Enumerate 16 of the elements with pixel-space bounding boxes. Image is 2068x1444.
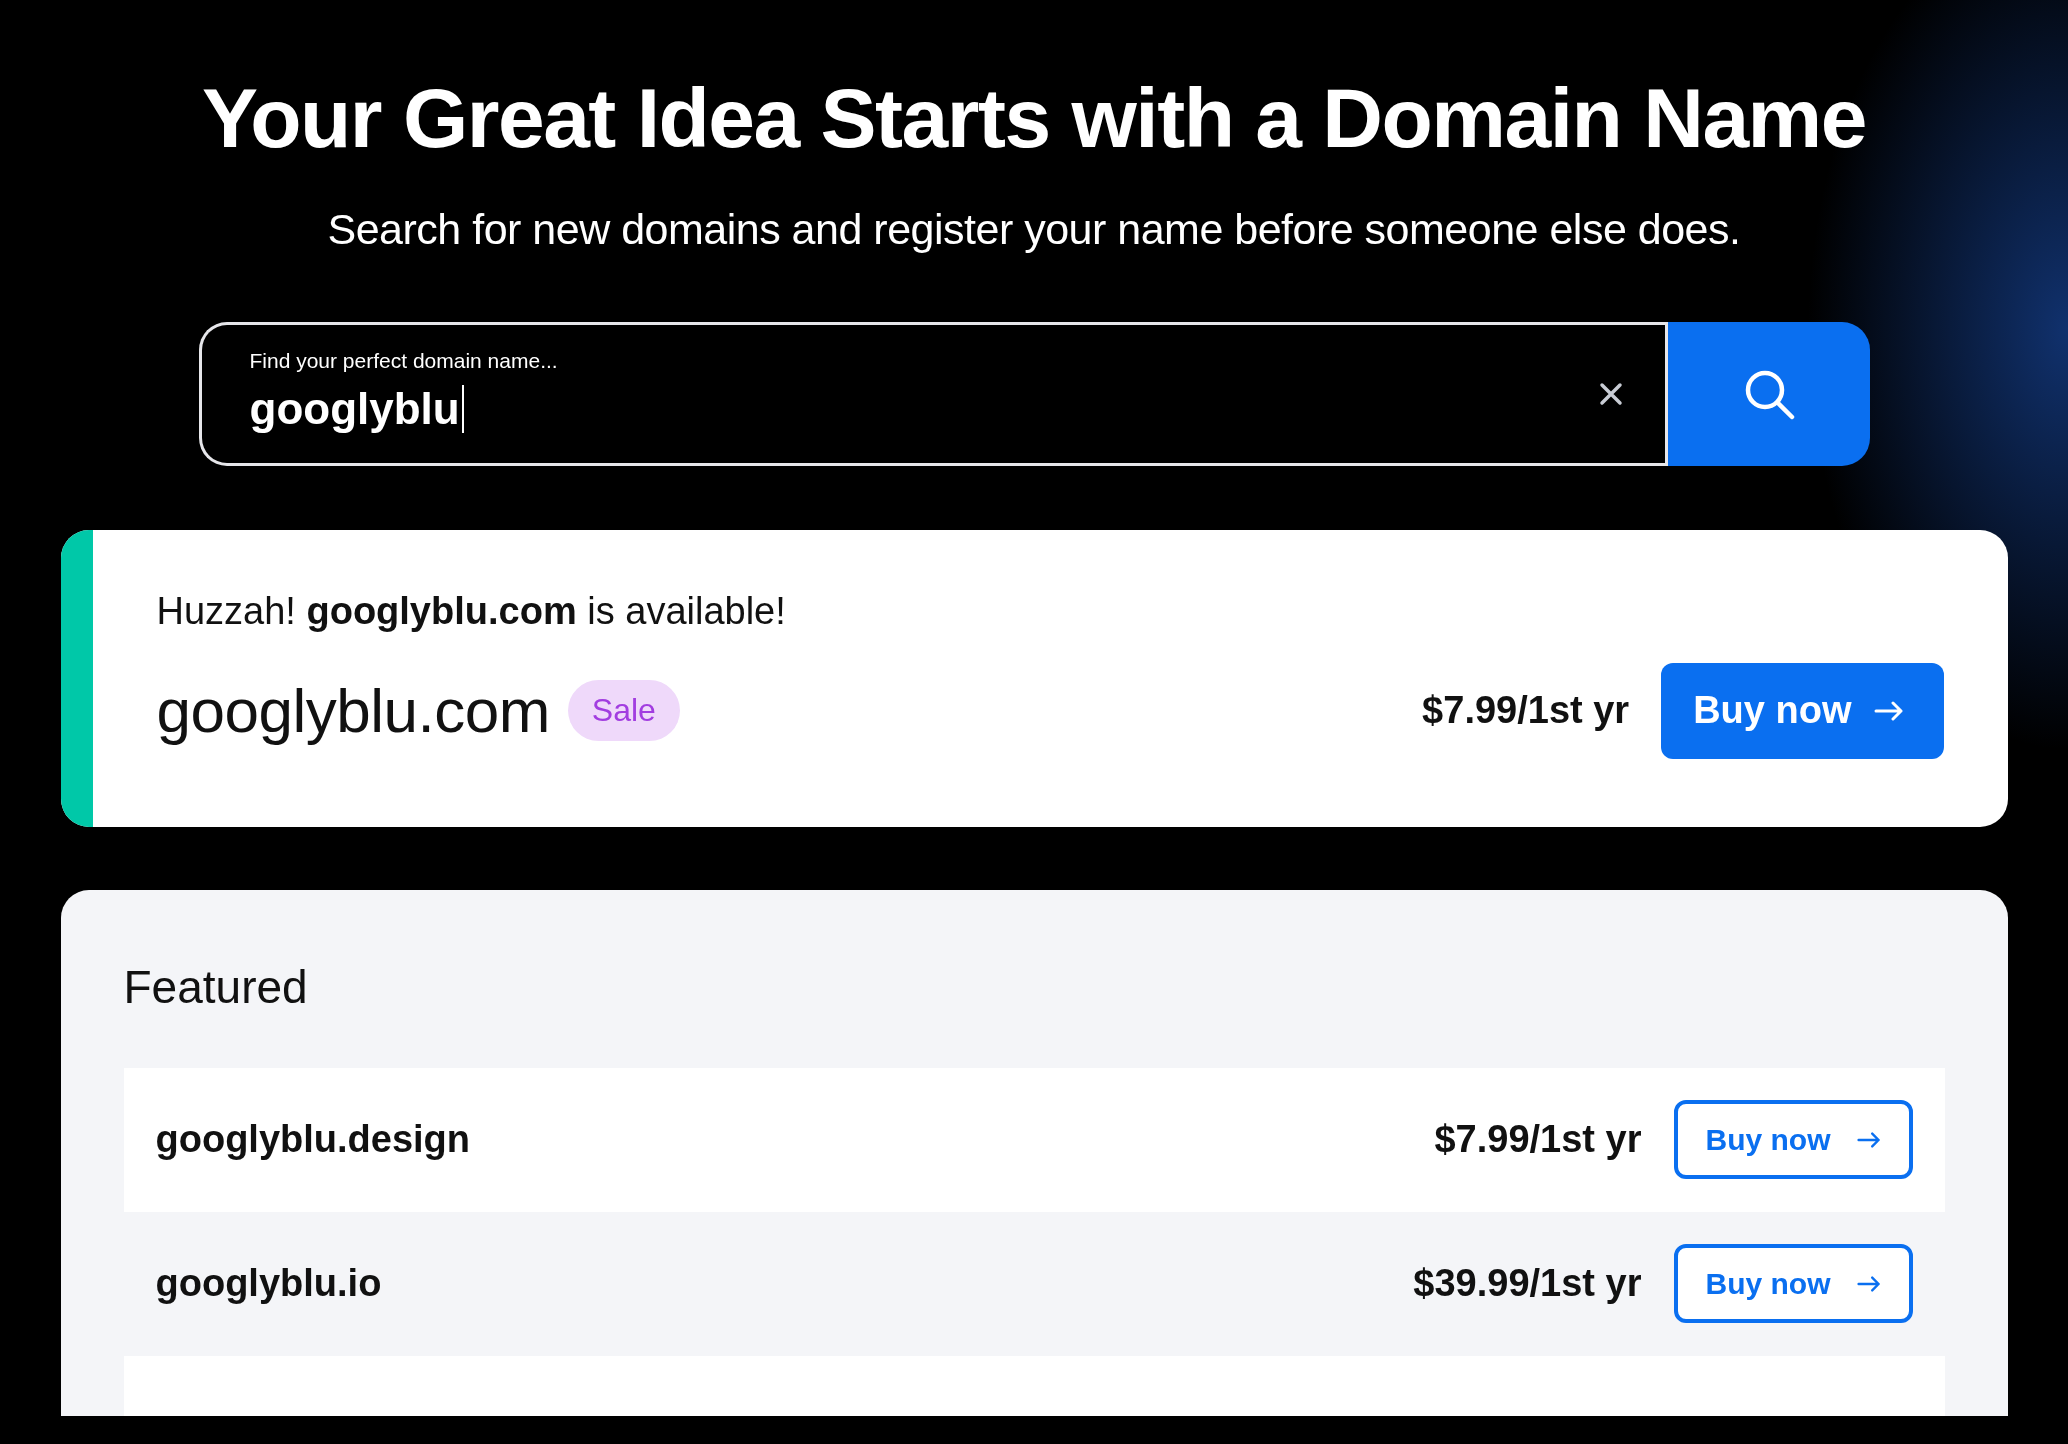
search-input[interactable]: googlyblu bbox=[249, 385, 464, 434]
price: $7.99/1st yr bbox=[1434, 1118, 1642, 1162]
subtitle: Search for new domains and register your name before someone else does. bbox=[327, 204, 1741, 256]
buy-now-button[interactable]: Buy now bbox=[1673, 1100, 1913, 1180]
sale-badge: Sale bbox=[567, 680, 680, 742]
price: $39.99/1st yr bbox=[1413, 1262, 1642, 1306]
buy-now-button[interactable]: Buy now bbox=[1661, 663, 1944, 759]
field-label: Find your perfect domain name... bbox=[249, 349, 558, 373]
buy-now-button[interactable]: Buy now bbox=[1673, 1244, 1913, 1324]
domain-name: googlyblu.design bbox=[155, 1118, 471, 1162]
availability-message: Huzzah! googlyblu.com is available! bbox=[156, 590, 787, 633]
page-title: Your Great Idea Starts with a Domain Name bbox=[201, 72, 1867, 165]
domain-name: googlyblu.com bbox=[156, 675, 550, 747]
section-heading: Featured bbox=[123, 960, 309, 1014]
domain-name: googlyblu.io bbox=[155, 1262, 382, 1306]
price: $7.99/1st yr bbox=[1422, 689, 1630, 733]
